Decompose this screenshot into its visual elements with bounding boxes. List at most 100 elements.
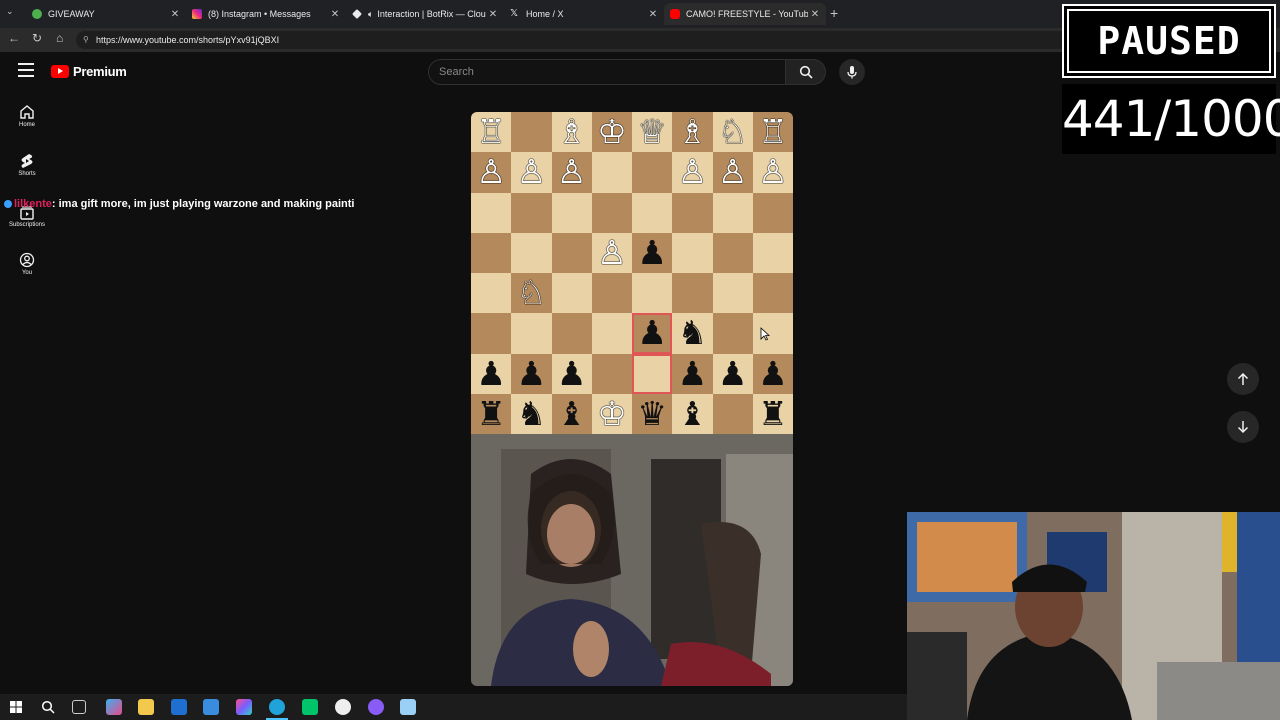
shorts-icon [21,154,33,168]
search-button[interactable] [786,59,826,85]
chess-piece: ♙ [717,152,748,192]
close-tab-icon[interactable]: ✕ [808,9,822,20]
previous-short-button[interactable] [1227,363,1259,395]
tab-favicon-icon [32,9,42,19]
chess-square: ♔ [591,112,632,153]
sidebar-item-home[interactable]: Home [0,104,54,128]
chess-square [471,232,512,273]
tab-botrix[interactable]: 🔈︎Interaction | BotRix — Cloud S ✕ [346,3,504,25]
voice-search-button[interactable] [839,59,865,85]
chess-square [591,313,632,354]
home-icon[interactable]: ⌂ [56,31,63,45]
sidebar-item-label: Shorts [18,171,36,177]
chess-square: ♞ [511,393,552,434]
chess-piece: ♞ [516,393,547,433]
edge-browser-icon[interactable] [269,699,285,715]
chess-square: ♕ [632,112,673,153]
chess-square [712,313,753,354]
arrow-up-icon [1237,372,1249,385]
taskbar-search-icon[interactable] [41,700,55,714]
next-short-button[interactable] [1227,411,1259,443]
chess-piece: ♗ [556,112,587,151]
botrix-icon [352,9,362,19]
youtube-premium-logo[interactable]: Premium [51,64,127,79]
close-tab-icon[interactable]: ✕ [168,9,182,20]
chess-square: ♟ [672,353,713,394]
chess-square: ♔ [591,393,632,434]
goal-counter: 441/1000 [1062,84,1280,154]
file-explorer-icon[interactable] [138,699,154,715]
app-icon[interactable] [236,699,252,715]
close-tab-icon[interactable]: ✕ [486,9,500,20]
tab-instagram[interactable]: (8) Instagram • Messages ✕ [186,3,346,25]
chess-square: ♗ [551,112,592,153]
outlook-icon[interactable] [171,699,187,715]
sidebar-item-shorts[interactable]: Shorts [0,153,54,177]
you-icon [19,252,35,268]
windows-start-icon[interactable] [10,701,22,713]
chess-square: ♜ [752,393,793,434]
chess-piece: ♖ [476,112,506,151]
chess-piece: ♗ [677,112,708,151]
site-info-icon[interactable]: ⚲ [83,31,89,49]
chess-square [712,393,753,434]
task-view-icon[interactable] [72,700,86,714]
reload-icon[interactable]: ↻ [32,31,42,45]
close-tab-icon[interactable]: ✕ [328,9,342,20]
windows-taskbar [0,694,907,720]
chess-square [591,353,632,394]
close-tab-icon[interactable]: ✕ [646,9,660,20]
chess-square: ♙ [511,152,552,193]
streamer-facecam [907,512,1280,720]
chess-square: ♜ [471,393,512,434]
chess-piece: ♙ [516,152,547,192]
chess-piece: ♝ [556,393,587,433]
new-tab-button[interactable]: + [830,5,838,21]
sidebar-item-you[interactable]: You [0,252,54,276]
store-icon[interactable] [203,699,219,715]
tab-title: (8) Instagram • Messages [208,9,311,19]
chess-square [632,273,673,314]
shorts-video-player[interactable]: ♖ ♗ ♔ ♕ ♗ ♘ ♖ ♙ ♙ ♙ ♙ ♙ ♙ ♙ ♟ ♘ ♟ ♞ ♟ ♟ ♟ ♟ ♟ ♟ ♜ ♞ ♝ ♔ ♛ ♝ ♜ [471,112,793,686]
tab-x-home[interactable]: 𝕏 Home / X ✕ [504,3,664,25]
chess-square: ♘ [511,273,552,314]
tab-youtube-active[interactable]: CAMO! FREESTYLE - YouTube ✕ [664,3,826,25]
chess-square: ♗ [672,112,713,153]
app-icon[interactable] [302,699,318,715]
tab-title: Home / X [526,9,564,19]
chess-square [471,313,512,354]
back-arrow-icon[interactable]: ← [8,31,20,45]
chess-square [712,192,753,233]
address-bar[interactable]: ⚲ https://www.youtube.com/shorts/pYxv91j… [76,31,1076,49]
tab-title: CAMO! FREESTYLE - YouTube [686,9,808,19]
chess-square [551,232,592,273]
sidebar-item-label: Subscriptions [8,222,46,228]
chess-square [632,152,673,193]
facecam-scene [907,512,1280,720]
app-icon[interactable] [400,699,416,715]
chess-square [752,192,793,233]
app-icon[interactable] [368,699,384,715]
copilot-icon[interactable] [106,699,122,715]
tab-search-icon[interactable]: ⌄ [6,6,14,17]
chess-square [551,273,592,314]
chess-piece: ♛ [637,393,667,433]
chess-square [591,273,632,314]
chess-square [752,232,793,273]
chess-square: ♖ [471,112,512,153]
chess-square [672,192,713,233]
obs-icon[interactable] [335,699,351,715]
chat-badge-icon [4,200,12,209]
chess-square: ♙ [752,152,793,193]
chess-piece: ♕ [637,112,667,151]
chess-square [511,313,552,354]
tab-giveaway[interactable]: GIVEAWAY ✕ [26,3,186,25]
chess-square [511,112,552,153]
search-input[interactable]: Search [428,59,786,85]
chess-square: ♟ [752,353,793,394]
chess-square [672,273,713,314]
guide-menu-button[interactable] [18,63,34,77]
home-icon [20,105,34,119]
move-highlight [632,313,673,354]
chess-piece: ♝ [677,393,708,433]
